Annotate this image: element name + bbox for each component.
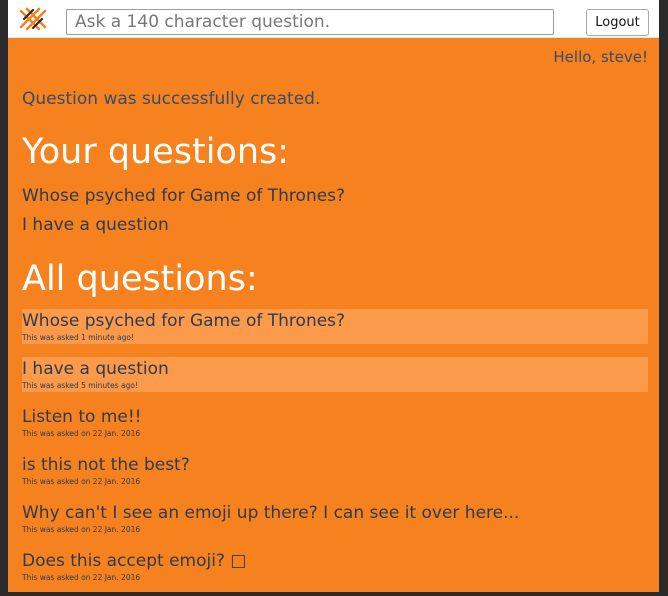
flash-message: Question was successfully created. — [22, 89, 321, 109]
your-questions-heading: Your questions: — [22, 132, 290, 172]
question-timestamp: This was asked 1 minute ago! — [22, 333, 135, 342]
question-list-item[interactable]: Listen to me!! This was asked on 22 Jan.… — [22, 405, 648, 440]
question-title[interactable]: Whose psyched for Game of Thrones? — [22, 311, 345, 331]
logo-icon[interactable] — [18, 6, 48, 32]
logout-button[interactable]: Logout — [586, 9, 649, 36]
question-list-item[interactable]: Whose psyched for Game of Thrones? This … — [22, 309, 648, 344]
app-window: Logout Hello, steve! Question was succes… — [8, 0, 659, 592]
question-list-item[interactable]: Does this accept emoji? □ This was asked… — [22, 549, 648, 584]
question-timestamp: This was asked on 22 Jan. 2016 — [22, 573, 141, 582]
question-timestamp: This was asked on 22 Jan. 2016 — [22, 429, 141, 438]
question-list-item[interactable]: Why can't I see an emoji up there? I can… — [22, 501, 648, 536]
question-title[interactable]: Listen to me!! — [22, 407, 141, 427]
question-title[interactable]: is this not the best? — [22, 455, 190, 475]
question-timestamp: This was asked 5 minutes ago! — [22, 381, 138, 390]
greeting-text: Hello, steve! — [553, 48, 648, 66]
all-questions-heading: All questions: — [22, 259, 258, 299]
your-question-link[interactable]: I have a question — [22, 215, 169, 235]
question-title[interactable]: Does this accept emoji? □ — [22, 551, 246, 571]
question-timestamp: This was asked on 22 Jan. 2016 — [22, 477, 141, 486]
question-input[interactable] — [66, 9, 554, 35]
top-bar: Logout — [8, 0, 659, 38]
question-title[interactable]: Why can't I see an emoji up there? I can… — [22, 503, 519, 523]
question-list-item[interactable]: is this not the best? This was asked on … — [22, 453, 648, 488]
question-timestamp: This was asked on 22 Jan. 2016 — [22, 525, 141, 534]
question-title[interactable]: I have a question — [22, 359, 169, 379]
question-list-item[interactable]: I have a question This was asked 5 minut… — [22, 357, 648, 392]
your-question-link[interactable]: Whose psyched for Game of Thrones? — [22, 186, 345, 206]
